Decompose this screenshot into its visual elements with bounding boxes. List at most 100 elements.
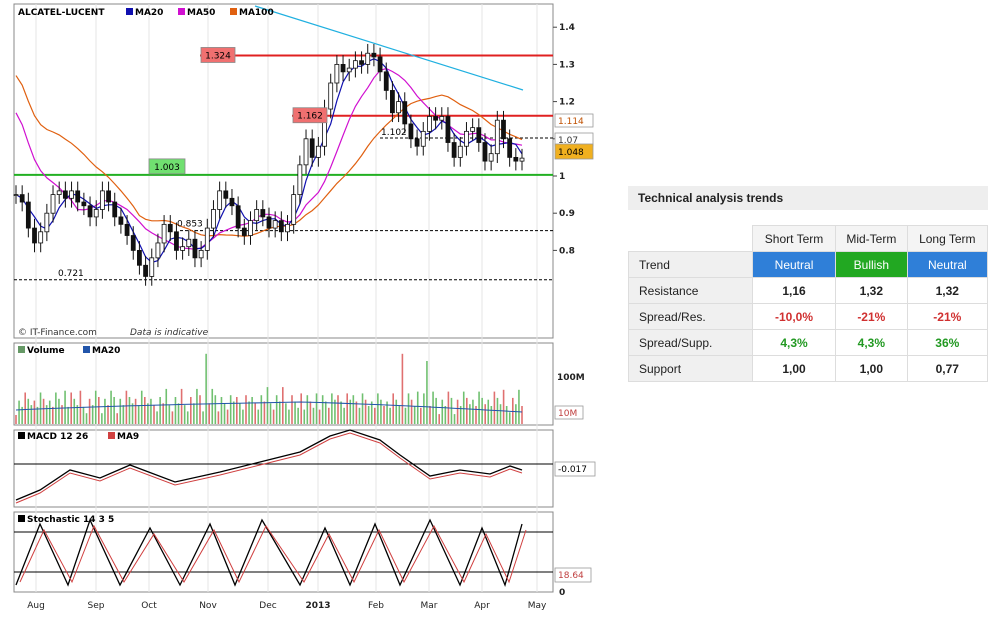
x-tick-label: May bbox=[528, 601, 547, 611]
candle-body bbox=[488, 153, 494, 162]
candle-body bbox=[309, 138, 315, 158]
candle-body bbox=[192, 238, 198, 259]
legend-swatch bbox=[18, 346, 25, 353]
price-tag-text: 1.048 bbox=[558, 148, 584, 158]
x-tick-label: Apr bbox=[474, 601, 490, 611]
candle-body bbox=[291, 194, 297, 225]
row-label: Trend bbox=[628, 252, 753, 278]
candle-body bbox=[93, 209, 99, 218]
level-label-text: 1.162 bbox=[297, 112, 323, 122]
row-label: Spread/Res. bbox=[628, 304, 753, 330]
candle-body bbox=[118, 216, 124, 225]
candle-body bbox=[56, 190, 62, 196]
x-tick-label: Feb bbox=[368, 601, 384, 611]
candle-body bbox=[470, 127, 476, 132]
stock-chart: Aug Sep Oct Nov Dec 2013 Feb Mar Apr May 1.4 1.3 1.2… bbox=[13, 3, 596, 611]
spread-supp-mid: 4,3% bbox=[836, 330, 908, 356]
col-short-term: Short Term bbox=[753, 225, 837, 252]
candle-body bbox=[180, 246, 186, 251]
candle-body bbox=[383, 71, 389, 91]
candle-body bbox=[241, 227, 247, 236]
candle-body bbox=[19, 194, 25, 203]
candle-body bbox=[507, 138, 513, 158]
row-label: Spread/Supp. bbox=[628, 330, 753, 356]
y-tick-label: 0.9 bbox=[559, 209, 575, 219]
candle-body bbox=[254, 209, 260, 222]
y-tick-label: 1.4 bbox=[559, 23, 575, 33]
x-tick-label: Aug bbox=[27, 601, 45, 611]
panel-frame-2 bbox=[13, 429, 554, 508]
legend-swatch bbox=[83, 346, 90, 353]
legend-label: MACD 12 26 bbox=[27, 432, 88, 442]
candle-body bbox=[69, 190, 74, 199]
disclaimer-text: Data is indicative bbox=[130, 328, 209, 338]
macd-tag-text: -0.017 bbox=[558, 465, 587, 475]
legend-swatch bbox=[18, 515, 25, 522]
candle-body bbox=[32, 227, 37, 244]
candle-body bbox=[433, 116, 439, 121]
support-mid: 1,00 bbox=[836, 356, 908, 382]
analysis-header-row: Short Term Mid-Term Long Term bbox=[628, 225, 988, 252]
row-spread-res: Spread/Res. -10,0% -21% -21% bbox=[628, 304, 988, 330]
candle-body bbox=[408, 123, 414, 140]
candle-body bbox=[44, 212, 50, 233]
candle-body bbox=[365, 52, 371, 65]
candle-body bbox=[285, 223, 290, 233]
candle-body bbox=[149, 257, 155, 277]
candle-body bbox=[457, 145, 463, 158]
spread-supp-long: 36% bbox=[907, 330, 988, 356]
candle-body bbox=[266, 216, 272, 229]
legend-label: MA50 bbox=[187, 8, 215, 18]
legend-swatch bbox=[18, 432, 25, 439]
candle-body bbox=[235, 205, 241, 229]
candle-body bbox=[297, 164, 303, 195]
chart-title: ALCATEL-LUCENT bbox=[18, 8, 105, 18]
candle-body bbox=[248, 220, 253, 236]
candle-body bbox=[340, 64, 346, 73]
candle-body bbox=[137, 249, 142, 266]
candle-body bbox=[167, 223, 173, 233]
level-annotation: 0.721 bbox=[58, 269, 84, 279]
legend-label: MA20 bbox=[135, 8, 163, 18]
level-annotation: 1.102 bbox=[381, 128, 407, 138]
candle-body bbox=[112, 201, 118, 218]
candle-body bbox=[278, 220, 284, 233]
x-tick-label: Dec bbox=[259, 601, 276, 611]
row-resistance: Resistance 1,16 1,32 1,32 bbox=[628, 278, 988, 304]
candle-body bbox=[272, 220, 278, 229]
candle-body bbox=[451, 142, 457, 158]
candle-body bbox=[303, 138, 309, 166]
price-tag-text: 1.114 bbox=[558, 117, 584, 127]
candle-body bbox=[519, 157, 525, 162]
trend-short-badge: Neutral bbox=[753, 252, 837, 278]
candle-body bbox=[414, 138, 420, 147]
col-long-term: Long Term bbox=[907, 225, 988, 252]
y-tick-label: 1 bbox=[559, 172, 565, 182]
candle-body bbox=[229, 197, 235, 207]
candle-body bbox=[513, 156, 519, 162]
resistance-short: 1,16 bbox=[753, 278, 837, 304]
y-tick-label: 1.3 bbox=[559, 60, 575, 70]
legend-label: Volume bbox=[27, 346, 65, 356]
candle-body bbox=[501, 119, 506, 140]
candle-body bbox=[315, 145, 321, 158]
candle-body bbox=[371, 52, 377, 58]
x-tick-label: Sep bbox=[88, 601, 105, 611]
candle-body bbox=[377, 56, 383, 73]
candle-body bbox=[328, 82, 334, 110]
legend-label: MA100 bbox=[239, 8, 274, 18]
candle-body bbox=[476, 127, 482, 143]
candle-body bbox=[217, 190, 223, 210]
candle-body bbox=[143, 264, 148, 277]
candle-body bbox=[25, 201, 31, 229]
candle-body bbox=[198, 249, 204, 259]
candle-body bbox=[334, 64, 340, 84]
level-annotation: 0.853 bbox=[177, 220, 203, 230]
stoch-tick-label: 0 bbox=[559, 588, 565, 598]
spread-supp-short: 4,3% bbox=[753, 330, 837, 356]
candle-body bbox=[223, 190, 229, 199]
analysis-title: Technical analysis trends bbox=[628, 186, 988, 210]
y-tick-label: 1.2 bbox=[559, 98, 575, 108]
candle-body bbox=[346, 67, 352, 73]
candle-body bbox=[445, 116, 451, 143]
